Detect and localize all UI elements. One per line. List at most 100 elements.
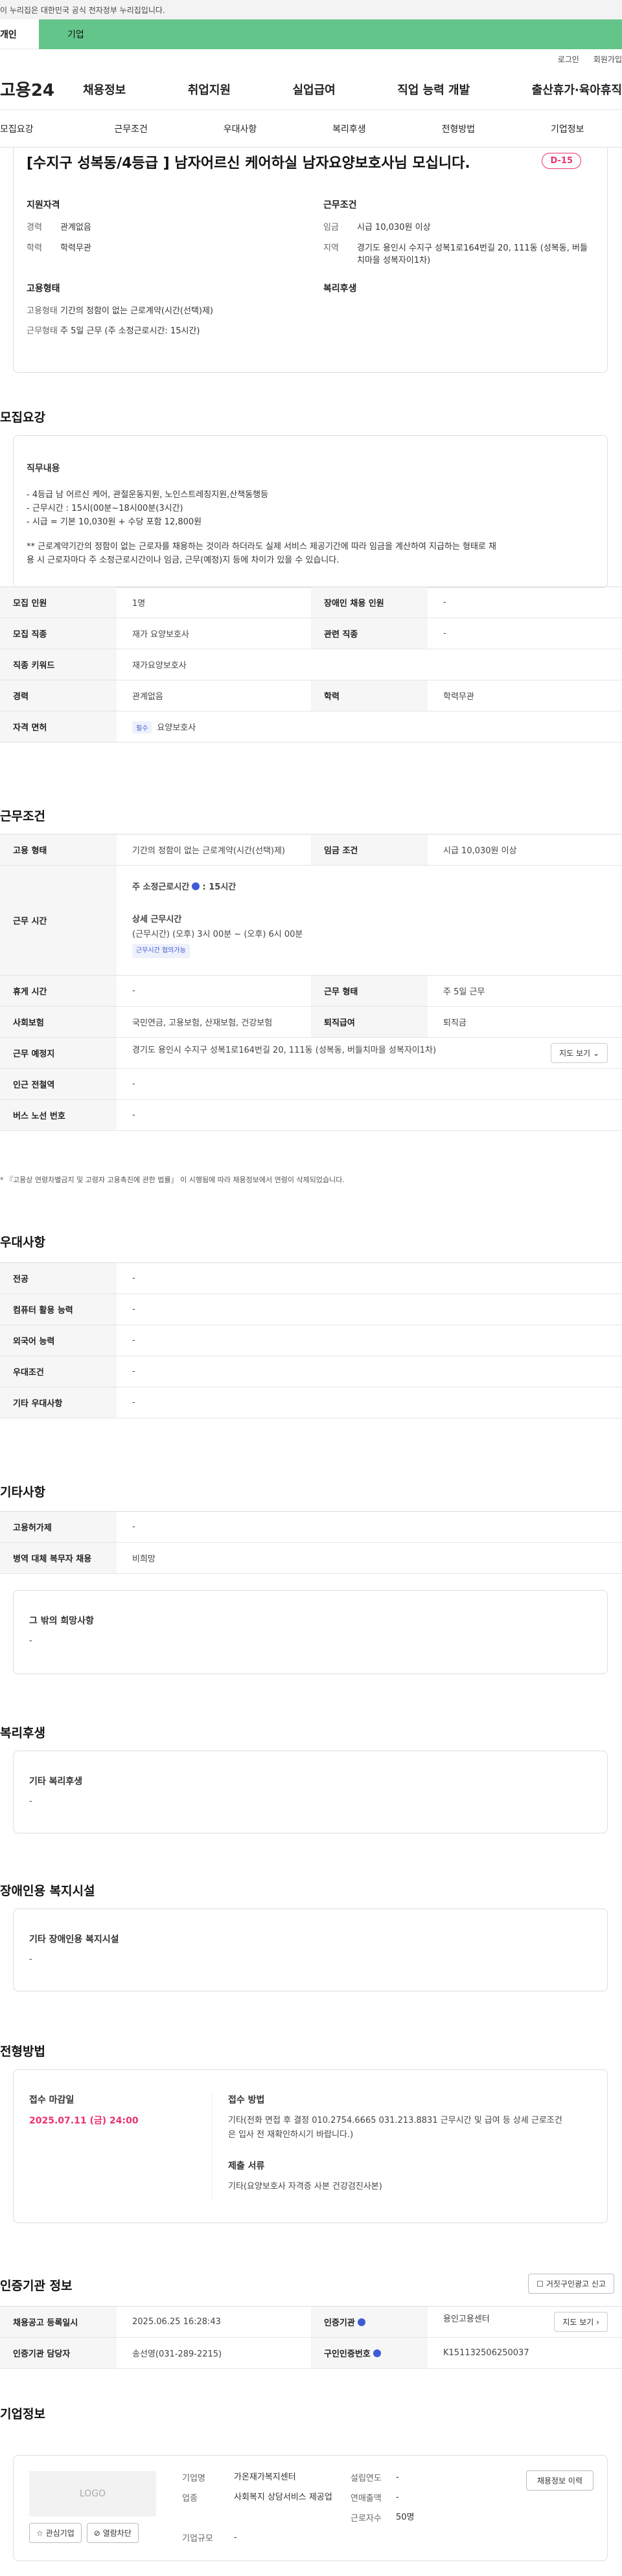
fraud-report-button[interactable]: ☐ 거짓구인광고 신고: [528, 2274, 614, 2294]
table-row: 기타 우대사항 -: [0, 1387, 622, 1418]
job-title: [수지구 성복동/4등급 ] 남자어르신 케어하실 남자요양보호사님 모십니다.: [27, 155, 470, 172]
disability-value: -: [29, 1954, 32, 1964]
gnb-item-job-training[interactable]: 직업 능력 개발: [397, 81, 470, 98]
duty-line: - 근무시간 : 15시(00분~18시00분(3시간): [27, 503, 183, 513]
table-header: 인근 전철역: [0, 1068, 117, 1100]
cert-agency-value: 용인고용센터: [443, 2314, 490, 2324]
info-icon[interactable]: [192, 882, 200, 891]
agency-map-button[interactable]: 지도 보기 ›: [554, 2312, 608, 2332]
company-value: [396, 2531, 461, 2545]
company-label: 업종: [182, 2494, 198, 2503]
process-box: 접수 마감일 2025.07.11 (금) 24:00 접수 방법 기타(전화 …: [13, 2069, 608, 2223]
table-row: 근무 시간 주 소정근로시간 : 15시간 상세 근무시간 (근무시간) (오후…: [0, 865, 622, 976]
company-logo: LOGO: [29, 2471, 156, 2516]
section-tab-preference[interactable]: 우대사항: [185, 122, 294, 135]
info-icon[interactable]: [373, 2349, 382, 2357]
user-type-tabs: 개인 기업: [0, 19, 622, 49]
job-history-button[interactable]: 채용정보 이력: [525, 2470, 593, 2491]
table-row: 자격 면허 필수 요양보호사: [0, 711, 622, 743]
table-header: 고용 형태: [0, 834, 117, 866]
table-header: 인증기관 담당자: [0, 2337, 117, 2369]
summary-conditions: 근무조건 임금 시급 10,030원 이상 지역 경기도 용인시 수지구 성복1로1…: [323, 198, 594, 275]
table-header: 직종 키워드: [0, 649, 117, 680]
table-row: 고용 형태 기간의 정함이 없는 근로계약(시간(선택)제) 임금 조건 시급 …: [0, 834, 622, 866]
section-tab-company[interactable]: 기업정보: [513, 122, 622, 135]
gnb-item-parental-leave[interactable]: 출산휴가·육아휴직: [532, 81, 622, 98]
info-icon[interactable]: [358, 2318, 366, 2326]
summary-employment: 고용형태 고용형태 기간의 정함이 없는 근로계약(시간(선택)제) 근무형태 주 …: [27, 282, 297, 346]
table-header: 경력: [0, 680, 117, 711]
docs-value: 기타(요양보호사 자격증 사본 건강검진사본): [228, 2182, 382, 2192]
table-cell: 1명: [117, 587, 311, 618]
summary-label: 근무형태: [27, 326, 58, 336]
company-value: 가온재가복지센터: [234, 2472, 296, 2482]
table-row: 전공 -: [0, 1262, 622, 1294]
table-cell: 2025.06.25 16:28:43: [117, 2306, 311, 2338]
login-link[interactable]: 로그인: [558, 54, 579, 65]
tab-personal[interactable]: 개인: [0, 19, 39, 49]
company-label: 연매출액: [351, 2494, 382, 2503]
dday-badge: D-15: [542, 153, 581, 169]
company-label: 설립연도: [351, 2474, 382, 2483]
duty-note: 용 시 근로자마다 주 소정근로시간이나 임금, 근무(예정)지 등에 차이가 …: [27, 555, 340, 566]
company-box: LOGO ☆ 관심기업 ⊘ 열람차단 기업명 가온재가복지센터 설립연도 - 업…: [13, 2455, 608, 2561]
summary-value: 학력무관: [60, 243, 91, 253]
work-section: 근무조건: [0, 807, 622, 824]
fraud-report-label: 거짓구인광고 신고: [546, 2279, 606, 2289]
recruit-table: 모집 인원 1명 장애인 채용 인원 - 모집 직종 재가 요양보호사 관련 직…: [0, 587, 622, 743]
gnb-item-jobs[interactable]: 채용정보: [83, 81, 126, 98]
disability-box: 기타 장애인용 복지시설 -: [13, 1909, 608, 1991]
map-view-button[interactable]: 지도 보기 ⌄: [551, 1043, 608, 1063]
section-tab-process[interactable]: 전형방법: [404, 122, 513, 135]
table-header: 고용허가제: [0, 1511, 117, 1543]
summary-label: 경력: [27, 223, 42, 232]
company-label: 기업규모: [182, 2534, 213, 2544]
weekly-hours-value: : 15시간: [202, 882, 236, 893]
table-cell: -: [117, 1099, 622, 1131]
detail-hours-label: 상세 근무시간: [132, 914, 182, 924]
deadline-label: 접수 마감일: [29, 2095, 75, 2105]
table-header: 사회보험: [0, 1006, 117, 1038]
block-label: 열람차단: [102, 2529, 132, 2538]
summary-value: 기간의 정함이 없는 근로계약(시간(선택)제): [60, 306, 214, 316]
table-row: 인근 전철역 -: [0, 1068, 622, 1100]
process-section: 전형방법: [0, 2042, 622, 2059]
gnb-menu: 채용정보 취업지원 실업급여 직업 능력 개발 출산휴가·육아휴직: [83, 81, 622, 98]
utility-bar: 로그인 회원가입: [0, 49, 622, 69]
etc-title: 기타사항: [0, 1485, 45, 1499]
section-tab-welfare[interactable]: 복리후생: [295, 122, 404, 135]
company-info-grid: 기업명 가온재가복지센터 설립연도 - 업종 사회복지 상담서비스 제공업 연매…: [182, 2471, 461, 2545]
etc-other-area: 그 밖의 희망사항 -: [0, 1590, 622, 1674]
table-cell: 관계없음: [117, 680, 311, 711]
table-header: 기타 우대사항: [0, 1387, 117, 1418]
gnb-item-unemployment-benefit[interactable]: 실업급여: [293, 81, 336, 98]
table-row: 고용허가제 -: [0, 1511, 622, 1543]
table-header: 버스 노선 번호: [0, 1099, 117, 1131]
site-logo[interactable]: 고용24: [0, 77, 83, 101]
section-tab-recruit[interactable]: 모집요강: [0, 122, 76, 135]
table-header: 병역 대체 복무자 채용: [0, 1542, 117, 1574]
block-company-button[interactable]: ⊘ 열람차단: [86, 2523, 139, 2543]
summary-qualifications-heading: 지원자격: [27, 200, 60, 210]
table-cell: -: [428, 587, 622, 618]
disability-area: 기타 장애인용 복지시설 -: [0, 1909, 622, 1991]
table-row: 휴게 시간 - 근무 형태 주 5일 근무: [0, 975, 622, 1007]
table-cell: -: [117, 1387, 622, 1418]
table-row: 버스 노선 번호 -: [0, 1099, 622, 1131]
etc-other-heading: 그 밖의 희망사항: [29, 1616, 94, 1626]
join-link[interactable]: 회원가입: [593, 54, 622, 65]
section-tab-conditions[interactable]: 근무조건: [76, 122, 185, 135]
favorite-label: 관심기업: [45, 2529, 75, 2538]
docs-label: 제출 서류: [228, 2161, 265, 2172]
summary-employment-heading: 고용형태: [27, 283, 60, 294]
company-value: 사회복지 상담서비스 제공업: [234, 2492, 332, 2502]
block-icon: ⊘: [93, 2529, 100, 2538]
favorite-company-button[interactable]: ☆ 관심기업: [29, 2523, 82, 2543]
gnb-item-employment-support[interactable]: 취업지원: [188, 81, 231, 98]
preference-title: 우대사항: [0, 1235, 45, 1249]
map-view-label: 지도 보기: [559, 1049, 591, 1058]
star-icon: ☆: [36, 2529, 43, 2538]
table-row: 컴퓨터 활용 능력 -: [0, 1294, 622, 1325]
preference-table: 전공 - 컴퓨터 활용 능력 - 외국어 능력 - 우대조건 - 기타 우대사항 -: [0, 1262, 622, 1418]
tab-company[interactable]: 기업: [39, 19, 622, 49]
